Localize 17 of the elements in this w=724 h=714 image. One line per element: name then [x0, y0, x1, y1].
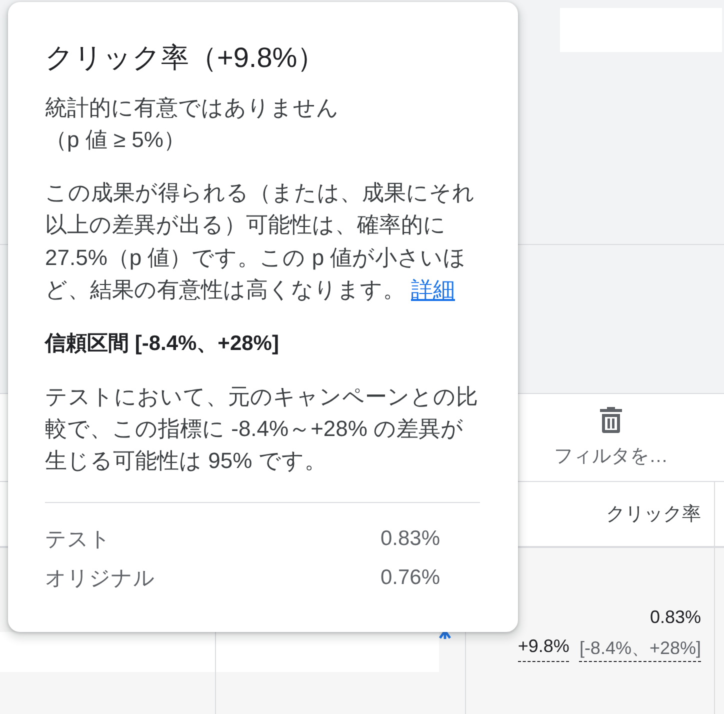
metric-value: 0.83%: [650, 607, 701, 628]
status-text: （p 値 ≥ 5%）: [45, 126, 186, 154]
column-header[interactable]: クリック率: [606, 501, 701, 527]
variant-label: テスト: [45, 527, 112, 554]
details-link[interactable]: 詳細: [411, 277, 455, 302]
status-text: 統計的に有意ではありません: [45, 94, 340, 122]
variant-value: 0.76%: [380, 566, 440, 590]
tooltip-title: クリック率（+9.8%）: [45, 41, 326, 75]
variant-value: 0.83%: [380, 527, 440, 552]
interval-text: テストにおいて、元のキャンペーンとの比較で、この指標に -8.4%～+28% の差異が生じる可能性は 95% です。: [45, 382, 479, 476]
interval-heading: 信頼区間 [-8.4%、+28%]: [45, 330, 280, 357]
explanation-text: この成果が得られる（または、成果にそれ以上の差異が出る）可能性は、確率的に 27.5%（p 値）です。この p 値が小さいほど、結果の有意性は高くなります。 詳細: [45, 179, 476, 304]
variant-label: オリジナル: [45, 566, 156, 592]
trash-icon: [599, 406, 623, 433]
remove-filter-button[interactable]: フィルタを…: [548, 394, 674, 481]
change-value[interactable]: +9.8%: [518, 636, 570, 662]
interval-value[interactable]: [-8.4%、+28%]: [579, 636, 701, 662]
